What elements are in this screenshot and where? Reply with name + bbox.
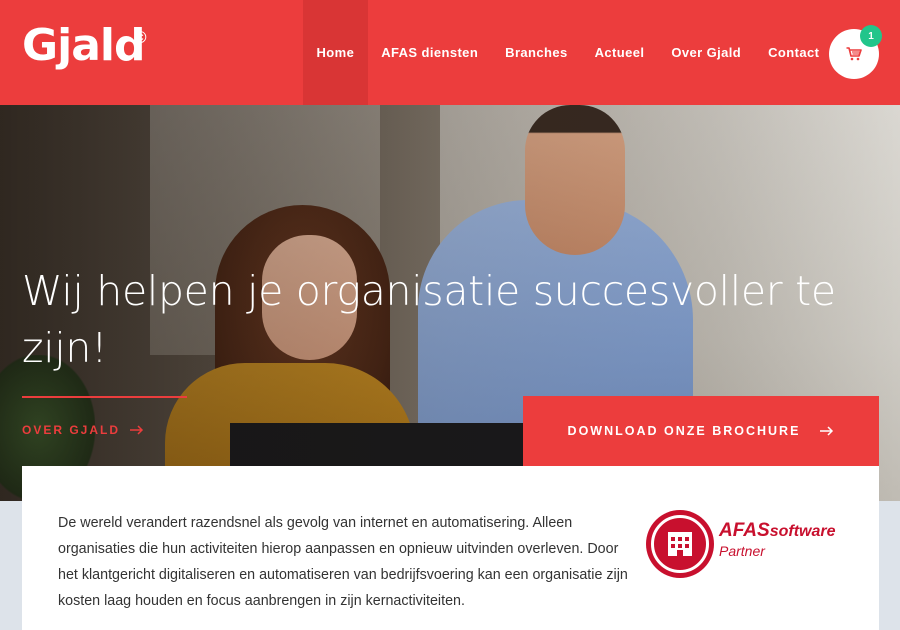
hero-headline: Wij helpen je organisatie succesvoller t… (22, 267, 836, 372)
arrow-right-icon (130, 425, 144, 435)
afas-partner-logo[interactable] (646, 510, 714, 578)
over-gjald-link-label: OVER GJALD (22, 423, 121, 437)
intro-card: De wereld verandert razendsnel als gevol… (22, 466, 879, 630)
hero-divider (22, 396, 187, 398)
copyright-mark: © (134, 28, 147, 47)
over-gjald-link[interactable]: OVER GJALD (22, 423, 144, 437)
afas-brand-name: AFAS (719, 520, 770, 541)
afas-brand-text: AFASsoftware (719, 521, 835, 540)
nav-item-over-gjald[interactable]: Over Gjald (658, 0, 755, 105)
site-header: Gjald © Home AFAS diensten Branches Actu… (0, 0, 900, 105)
intro-text: De wereld verandert razendsnel als gevol… (58, 515, 628, 609)
cart-count-badge: 1 (860, 25, 882, 47)
nav-item-branches[interactable]: Branches (492, 0, 581, 105)
hero-section: Wij helpen je organisatie succesvoller t… (0, 105, 900, 501)
nav-item-home[interactable]: Home (303, 0, 368, 105)
building-icon (668, 532, 692, 556)
nav-item-afas-diensten[interactable]: AFAS diensten (368, 0, 492, 105)
shopping-cart-icon (846, 47, 862, 61)
afas-brand-suffix: software (769, 523, 836, 540)
download-brochure-button[interactable]: DOWNLOAD ONZE BROCHURE (523, 396, 879, 466)
main-nav: Home AFAS diensten Branches Actueel Over… (303, 0, 833, 105)
site-logo[interactable]: Gjald (22, 24, 145, 68)
nav-item-actueel[interactable]: Actueel (581, 0, 658, 105)
nav-item-contact[interactable]: Contact (755, 0, 833, 105)
afas-partner-label: Partner (719, 543, 765, 559)
afas-logo-ring (651, 515, 709, 573)
download-brochure-label: DOWNLOAD ONZE BROCHURE (567, 424, 801, 438)
arrow-right-icon (820, 426, 834, 436)
